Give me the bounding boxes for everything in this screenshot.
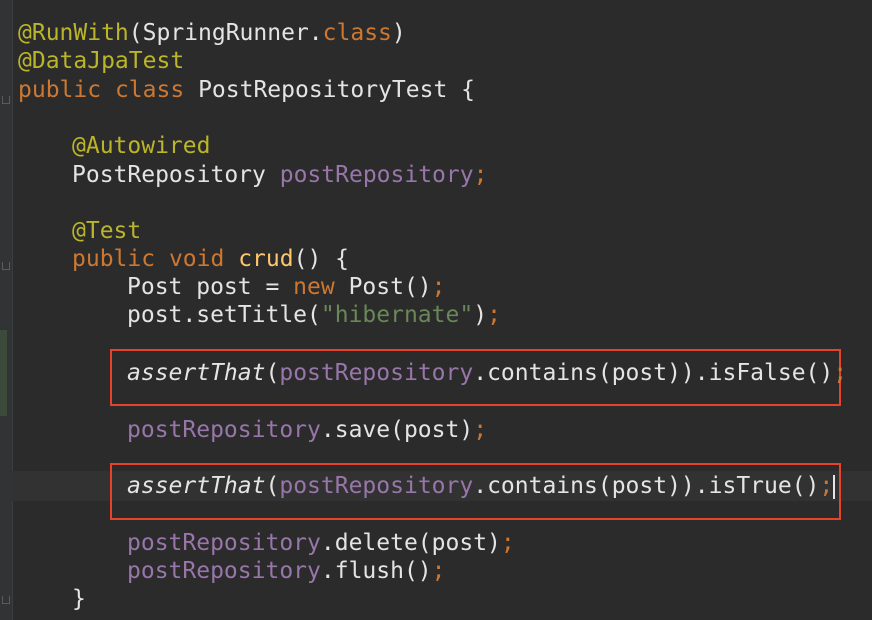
code-token: (SpringRunner. [128, 20, 323, 46]
field-token: postRepository [127, 558, 321, 584]
annotation: @Test [72, 218, 142, 244]
code-line[interactable]: @RunWith(SpringRunner.class) [18, 19, 406, 47]
semicolon: ; [431, 558, 446, 584]
code-token: } [72, 586, 86, 612]
code-line[interactable]: PostRepository postRepository; [72, 161, 487, 189]
field-token: postRepository [279, 360, 474, 386]
code-line[interactable]: @DataJpaTest [18, 47, 184, 75]
code-line[interactable]: postRepository.flush(); [127, 557, 446, 585]
type-token: PostRepository [72, 162, 266, 188]
field-token: postRepository [127, 530, 321, 556]
code-token: ) [473, 302, 488, 328]
code-token: .contains(post)).isFalse() [473, 360, 834, 386]
semicolon: ; [500, 530, 515, 556]
semicolon: ; [487, 302, 501, 328]
fold-marker-icon[interactable] [2, 262, 10, 270]
static-method-call: assertThat [127, 473, 266, 499]
string-literal: "hibernate" [320, 302, 474, 328]
code-line[interactable]: assertThat(postRepository.contains(post)… [127, 359, 847, 387]
keyword-token: public [18, 77, 102, 103]
code-token: { [461, 77, 476, 103]
code-line[interactable]: @Test [72, 217, 141, 245]
keyword-token: new [293, 274, 335, 300]
code-token: .save(post) [320, 417, 474, 443]
code-token: .contains(post)).isTrue() [473, 473, 820, 499]
code-line[interactable]: postRepository.save(post); [127, 416, 487, 444]
code-line[interactable]: postRepository.delete(post); [127, 529, 515, 557]
code-token: .flush() [320, 558, 432, 584]
static-method-call: assertThat [127, 360, 266, 386]
code-token: Post() [334, 274, 432, 300]
semicolon: ; [833, 360, 848, 386]
code-token: Post post = [127, 274, 294, 300]
code-line[interactable]: } [72, 585, 86, 613]
editor-gutter[interactable] [0, 0, 12, 620]
keyword-token: class [322, 20, 392, 46]
gutter-divider [12, 0, 13, 620]
code-token: ( [265, 360, 280, 386]
method-name: crud [238, 246, 294, 272]
annotation: @DataJpaTest [18, 48, 185, 74]
code-token: .delete(post) [320, 530, 501, 556]
field-token: postRepository [279, 473, 474, 499]
keyword-token: void [168, 246, 225, 272]
semicolon: ; [473, 417, 488, 443]
code-token: post.setTitle( [127, 302, 321, 328]
code-token: ( [265, 473, 280, 499]
code-token: () { [293, 246, 349, 272]
fold-marker-icon[interactable] [2, 596, 10, 604]
semicolon: ; [819, 473, 834, 499]
fold-marker-icon[interactable] [2, 96, 10, 104]
code-editor[interactable]: @RunWith(SpringRunner.class) @DataJpaTes… [0, 0, 872, 620]
code-line[interactable]: public class PostRepositoryTest { [18, 76, 475, 104]
change-marker [0, 330, 7, 416]
code-line[interactable]: Post post = new Post(); [127, 273, 446, 301]
text-caret [833, 474, 836, 499]
keyword-token: class [114, 77, 185, 103]
code-line-current[interactable]: assertThat(postRepository.contains(post)… [127, 472, 836, 500]
field-token: postRepository [127, 417, 321, 443]
keyword-token: public [72, 246, 156, 272]
code-line[interactable]: post.setTitle("hibernate"); [127, 301, 501, 329]
field-token: postRepository [279, 162, 474, 188]
semicolon: ; [473, 162, 488, 188]
semicolon: ; [431, 274, 446, 300]
class-name: PostRepositoryTest [198, 77, 448, 103]
code-line[interactable]: public void crud() { [72, 245, 349, 273]
code-line[interactable]: @Autowired [72, 132, 210, 160]
code-token: ) [391, 20, 406, 46]
annotation: @RunWith [18, 20, 129, 46]
annotation: @Autowired [72, 133, 211, 159]
